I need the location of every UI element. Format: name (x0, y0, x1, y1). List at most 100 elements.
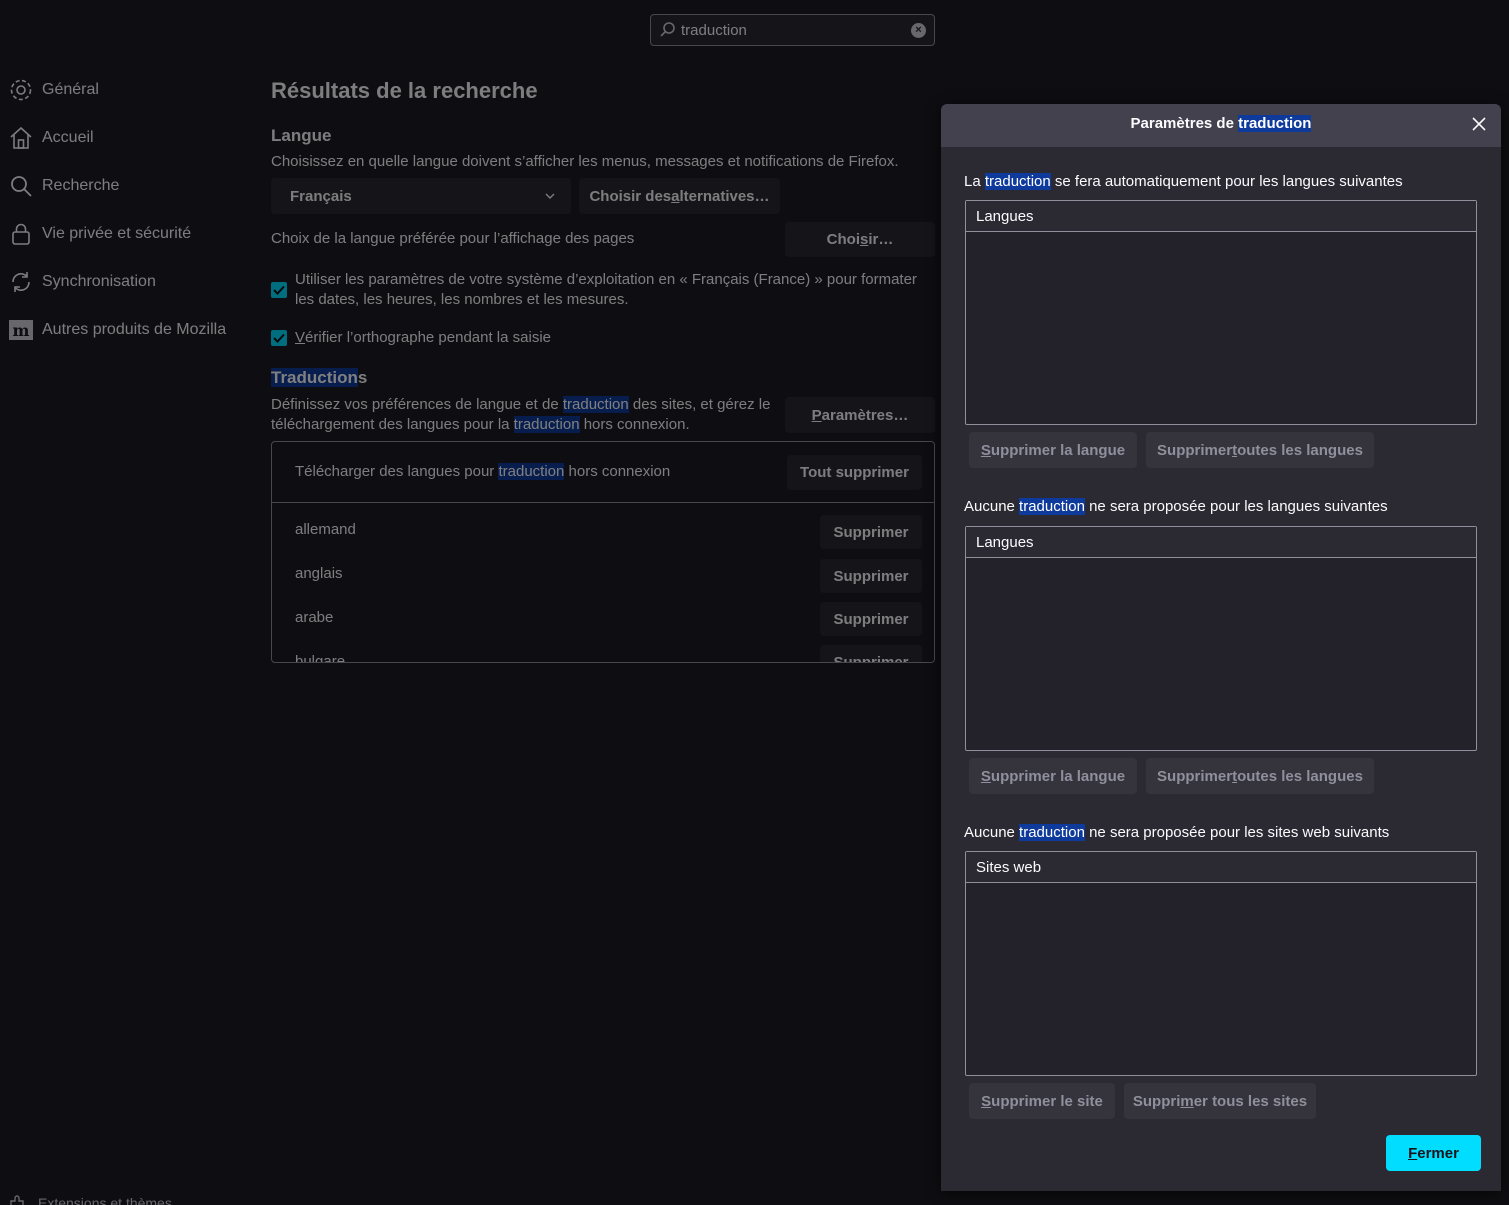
label-text: hors connexion (564, 463, 671, 480)
never-translate-languages-label: Aucune traduction ne sera proposée pour … (964, 498, 1388, 515)
download-languages-list[interactable]: Télécharger des langues pour traduction … (271, 441, 935, 663)
close-button[interactable]: Fermer (1386, 1135, 1481, 1171)
search-input[interactable] (681, 21, 911, 39)
spellcheck-checkbox[interactable] (271, 330, 287, 346)
sidebar-item-sync[interactable]: Synchronisation (0, 258, 250, 306)
clear-search-icon[interactable]: × (911, 22, 926, 38)
button-text: Choisir des (589, 187, 672, 205)
locale-checkbox[interactable] (271, 282, 287, 298)
checkmark-icon (273, 333, 285, 343)
langue-heading: Langue (271, 126, 332, 145)
button-text: Supprimer (1157, 767, 1233, 785)
search-highlight: traduction (498, 463, 565, 480)
label-text: ne sera proposée pour les langues suivan… (1084, 498, 1388, 515)
mozilla-icon: m (9, 320, 33, 340)
translation-settings-button[interactable]: Paramètres… (785, 397, 935, 433)
button-text: Suppri (1132, 1092, 1181, 1110)
delete-all-button[interactable]: Tout supprimer (787, 455, 922, 490)
sidebar-item-mozilla[interactable]: m Autres produits de Mozilla (0, 306, 250, 354)
sidebar-bottom-label: Extensions et thèmes (38, 1195, 172, 1205)
language-select[interactable]: Français (271, 178, 571, 214)
svg-text:m: m (13, 321, 30, 340)
button-text: Supprimer (1157, 441, 1233, 459)
home-icon (10, 126, 32, 149)
label-text: Aucune (964, 498, 1020, 515)
search-icon (11, 176, 32, 197)
button-text: Choi (826, 231, 860, 248)
language-name: anglais (295, 565, 343, 582)
delete-language-button[interactable]: Supprimer (820, 602, 922, 636)
list-column-header: Sites web (966, 852, 1476, 883)
list-column-header: Langues (966, 527, 1476, 558)
gear-icon (10, 79, 32, 101)
chevron-down-icon (545, 193, 555, 199)
search-highlight: traduction (562, 396, 629, 413)
sidebar-item-label: Autres produits de Mozilla (42, 321, 227, 338)
desc-text: téléchargement des langues pour la (271, 416, 514, 433)
always-translate-list[interactable]: Langues (965, 200, 1477, 425)
remove-all-languages-button[interactable]: Supprimer t outes les langues (1146, 758, 1374, 794)
puzzle-icon (10, 1195, 24, 1205)
sidebar-item-privacy[interactable]: Vie privée et sécurité (0, 210, 250, 258)
dialog-body: La traduction se fera automatiquement po… (941, 147, 1501, 1191)
sidebar-item-label: Recherche (42, 177, 120, 194)
button-text: upprimer la langue (990, 441, 1126, 459)
sidebar-item-home[interactable]: Accueil (0, 114, 250, 162)
search-highlight: traduction (1019, 824, 1085, 841)
language-select-value: Français (290, 187, 352, 205)
label-accesskey: V (295, 329, 306, 346)
search-highlight: traduction (984, 173, 1051, 190)
always-translate-label: La traduction se fera automatiquement po… (964, 173, 1403, 190)
label-text: ne sera proposée pour les sites web suiv… (1084, 824, 1390, 841)
remove-all-sites-button[interactable]: Suppri m er tous les sites (1124, 1083, 1316, 1119)
never-translate-languages-list[interactable]: Langues (965, 526, 1477, 751)
sidebar-item-general[interactable]: Général (0, 66, 250, 114)
sidebar-item-search[interactable]: Recherche (0, 162, 250, 210)
button-text: ir… (868, 231, 894, 248)
sidebar: Général Accueil Recherche Vie privée et … (0, 66, 250, 354)
label-text: Aucune (964, 824, 1020, 841)
button-text: ermer (1417, 1144, 1459, 1162)
spellcheck-label: Vérifier l’orthographe pendant la saisie (295, 328, 551, 348)
button-text: upprimer le site (991, 1092, 1103, 1110)
button-text: outes les langues (1237, 767, 1363, 785)
delete-language-button[interactable]: Supprimer (820, 645, 922, 662)
download-languages-header: Télécharger des langues pour traduction … (272, 442, 934, 503)
search-highlight: traduction (1238, 115, 1312, 132)
sidebar-item-extensions[interactable]: Extensions et thèmes (8, 1193, 172, 1205)
dialog-title: Paramètres de traduction (941, 115, 1501, 132)
never-translate-sites-label: Aucune traduction ne sera proposée pour … (964, 824, 1389, 841)
sidebar-item-label: Accueil (42, 129, 94, 146)
delete-language-button[interactable]: Supprimer (820, 515, 922, 549)
choose-alternatives-button[interactable]: Choisir des a lternatives… (579, 178, 780, 214)
choose-page-language-button[interactable]: Choi s ir… (785, 222, 935, 257)
remove-all-languages-button[interactable]: Supprimer t outes les langues (1146, 432, 1374, 468)
language-name: allemand (295, 521, 356, 538)
close-icon[interactable] (1469, 114, 1489, 134)
button-accesskey: S (980, 441, 991, 459)
button-text: er tous les sites (1193, 1092, 1308, 1110)
desc-text: hors connexion. (579, 416, 690, 433)
button-accesskey: S (981, 1092, 992, 1110)
search-highlight: traduction (1019, 498, 1085, 515)
button-accesskey: F (1408, 1144, 1418, 1162)
label-text: se fera automatiquement pour les langues… (1050, 173, 1403, 190)
button-accesskey: P (811, 406, 822, 424)
lock-icon (12, 223, 30, 245)
never-translate-sites-list[interactable]: Sites web (965, 851, 1477, 1076)
search-icon (660, 22, 675, 37)
search-highlight: traduction (513, 416, 580, 433)
remove-language-button[interactable]: Supprimer la langue (969, 758, 1137, 794)
remove-site-button[interactable]: Supprimer le site (969, 1083, 1115, 1119)
sidebar-item-label: Synchronisation (42, 273, 156, 290)
search-box[interactable]: × (650, 14, 935, 46)
delete-language-button[interactable]: Supprimer (820, 559, 922, 593)
label-text: Télécharger des langues pour (295, 463, 499, 480)
list-column-header: Langues (966, 201, 1476, 232)
list-item: bulgare Supprimer (272, 641, 934, 662)
page-language-label: Choix de la langue préférée pour l’affic… (271, 230, 635, 247)
button-accesskey: S (980, 767, 991, 785)
translations-description: Définissez vos préférences de langue et … (271, 395, 781, 435)
remove-language-button[interactable]: Supprimer la langue (969, 432, 1137, 468)
translation-settings-dialog: Paramètres de traduction La traduction s… (941, 104, 1501, 1191)
